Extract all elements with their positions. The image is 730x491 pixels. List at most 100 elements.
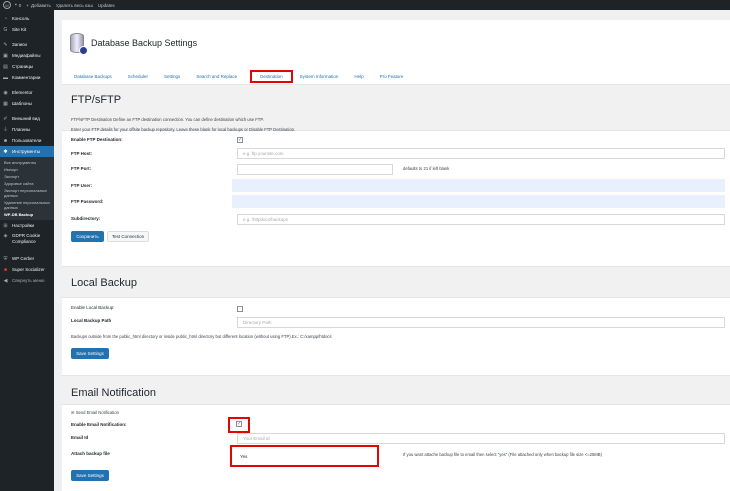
submenu-all-tools[interactable]: Все инструменты — [0, 159, 54, 166]
sidebar-item-label: Инструменты — [12, 149, 41, 154]
sidebar-item-appearance[interactable]: ✐ Внешний вид — [0, 113, 54, 124]
wrench-icon: ✱ — [3, 148, 8, 155]
sidebar-item-sitekit[interactable]: G Site Kit — [0, 24, 54, 35]
local-section-title: Local Backup — [71, 277, 138, 289]
tab-bar: Database Backups Scheduler Settings Sear… — [62, 70, 730, 83]
test-connection-button[interactable]: Test Connection — [107, 231, 149, 242]
comments-link[interactable]: ▪ 0 — [15, 2, 21, 8]
ftp-user-label: FTP User: — [71, 183, 93, 188]
sitekit-icon: G — [3, 26, 8, 33]
save-email-button[interactable]: Save Settings — [71, 470, 109, 481]
tab-settings[interactable]: Settings — [161, 72, 183, 81]
submenu-import[interactable]: Импорт — [0, 166, 54, 173]
local-section-header — [62, 266, 730, 298]
sidebar-item-tools[interactable]: ✱ Инструменты — [0, 146, 54, 157]
tab-search-and-replace[interactable]: Search and Replace — [193, 72, 240, 81]
sidebar-item-super-socializer[interactable]: ■ Super Socializer — [0, 264, 54, 275]
sidebar-item-dashboard[interactable]: ◔ Консоль — [0, 13, 54, 24]
ftp-host-label: FTP Host: — [71, 151, 93, 156]
sidebar-item-pages[interactable]: ▤ Страницы — [0, 61, 54, 72]
comment-bubble-icon: ▪ — [15, 2, 17, 8]
sidebar-item-label: Записи — [12, 42, 27, 47]
updates-link[interactable]: Updates — [98, 3, 115, 8]
settings-icon: ⊞ — [3, 222, 8, 229]
admin-sidebar: ◔ Консоль G Site Kit ✎ Записи ▣ Медиафайлы ▤… — [0, 10, 54, 491]
sidebar-item-posts[interactable]: ✎ Записи — [0, 39, 54, 50]
attach-backup-select[interactable]: Yes — [235, 451, 375, 462]
sidebar-item-wp-cerber[interactable]: ⛨ WP Cerber — [0, 253, 54, 264]
add-new-link[interactable]: + Добавить — [26, 3, 51, 8]
clear-cache-link[interactable]: Удалить весь кэш — [56, 3, 93, 8]
send-email-notification: ✉ Send Email Notification — [71, 410, 119, 415]
tab-help[interactable]: Help — [351, 72, 366, 81]
page-title: Database Backup Settings — [91, 37, 198, 48]
submenu-erase-personal-data[interactable]: Удаление персональных данных — [0, 199, 54, 211]
submenu-export-personal-data[interactable]: Экспорт персональных данных — [0, 187, 54, 199]
add-new-label: Добавить — [30, 2, 51, 8]
sidebar-item-media[interactable]: ▣ Медиафайлы — [0, 50, 54, 61]
sidebar-item-label: Внешний вид — [12, 116, 40, 121]
ftp-password-input[interactable] — [232, 195, 725, 208]
tab-database-backups[interactable]: Database Backups — [71, 72, 115, 81]
ftp-port-input[interactable] — [237, 164, 393, 175]
attach-backup-label: Attach backup file — [71, 451, 110, 456]
sidebar-item-gdpr[interactable]: ◈ GDPR Cookie Compliance — [0, 231, 54, 249]
comment-icon: ▬ — [3, 74, 8, 81]
sidebar-item-label: Шаблоны — [12, 101, 32, 106]
tab-destination[interactable]: Destination — [250, 70, 293, 83]
envelope-icon: ✉ — [71, 410, 75, 415]
sidebar-item-label: Super Socializer — [12, 267, 45, 272]
sidebar-item-label: GDPR Cookie Compliance — [12, 233, 41, 244]
plugin-icon: ⏚ — [3, 127, 9, 133]
subdirectory-label: Subdirectory: — [71, 216, 101, 221]
cerber-icon: ⛨ — [3, 255, 8, 262]
sidebar-item-label: Настройки — [12, 223, 35, 228]
sidebar-item-plugins[interactable]: ⏚ Плагины — [0, 124, 54, 135]
ftp-password-label: FTP Password: — [71, 199, 104, 204]
sidebar-item-settings[interactable]: ⊞ Настройки — [0, 220, 54, 231]
ftp-host-placeholder: e.g. ftp.yoursite.com — [243, 151, 284, 156]
save-local-button[interactable]: Save Settings — [71, 348, 109, 359]
socializer-icon: ■ — [3, 266, 8, 273]
comments-count: 0 — [18, 2, 22, 8]
submenu-wp-db-backup[interactable]: WP-DB Backup — [0, 211, 54, 218]
email-section-title: Email Notification — [71, 387, 156, 399]
email-section-header — [62, 375, 730, 405]
submenu-site-health[interactable]: Здоровье сайта — [0, 180, 54, 187]
plugin-header: Database Backup Settings — [62, 20, 730, 65]
email-id-input[interactable]: Your Email Id — [237, 433, 725, 444]
sidebar-item-templates[interactable]: ▦ Шаблоны — [0, 98, 54, 109]
page-icon: ▤ — [3, 63, 8, 70]
tab-pro-feature[interactable]: Pro Feature — [377, 72, 407, 81]
tab-system-information[interactable]: System Information — [297, 72, 342, 81]
tab-scheduler[interactable]: Scheduler — [125, 72, 151, 81]
tools-submenu: Все инструменты Импорт Экспорт Здоровье … — [0, 157, 54, 220]
enable-ftp-checkbox[interactable]: ✓ — [237, 137, 243, 143]
sidebar-item-label: Elementor — [12, 90, 33, 95]
ftp-instructions: Enter your FTP details for your offsite … — [71, 127, 296, 132]
brush-icon: ✐ — [3, 115, 8, 122]
main-content: Database Backup Settings Database Backup… — [62, 20, 730, 491]
subdirectory-input[interactable]: e.g. /httpdocs/backups — [237, 214, 725, 225]
admin-bar: W ▪ 0 + Добавить Удалить весь кэш Update… — [0, 0, 730, 10]
enable-local-checkbox[interactable] — [237, 306, 243, 312]
ftp-section-title: FTP/sFTP — [71, 94, 122, 106]
user-icon: ☻ — [2, 137, 9, 144]
elementor-icon: ◉ — [3, 89, 8, 96]
ftp-host-input[interactable]: e.g. ftp.yoursite.com — [237, 148, 725, 159]
enable-email-label: Enable Email Notification: — [71, 422, 127, 427]
enable-email-checkbox[interactable]: ✓ — [236, 421, 242, 427]
local-path-input[interactable]: Directory Path — [237, 317, 725, 328]
collapse-icon: ◀ — [3, 277, 8, 284]
save-ftp-button[interactable]: Сохранить — [71, 231, 104, 242]
ftp-port-hint: defaults to 21 if left blank — [403, 166, 450, 171]
wordpress-logo-icon[interactable]: W — [3, 1, 11, 9]
dashboard-icon: ◔ — [3, 15, 8, 22]
sidebar-item-label: Консоль — [12, 16, 30, 21]
ftp-user-input[interactable] — [232, 179, 725, 192]
sidebar-item-elementor[interactable]: ◉ Elementor — [0, 87, 54, 98]
sidebar-item-users[interactable]: ☻ Пользователи — [0, 135, 54, 146]
sidebar-collapse-menu[interactable]: ◀ Свернуть меню — [0, 275, 54, 286]
sidebar-item-comments[interactable]: ▬ Комментарии — [0, 72, 54, 83]
submenu-export[interactable]: Экспорт — [0, 173, 54, 180]
